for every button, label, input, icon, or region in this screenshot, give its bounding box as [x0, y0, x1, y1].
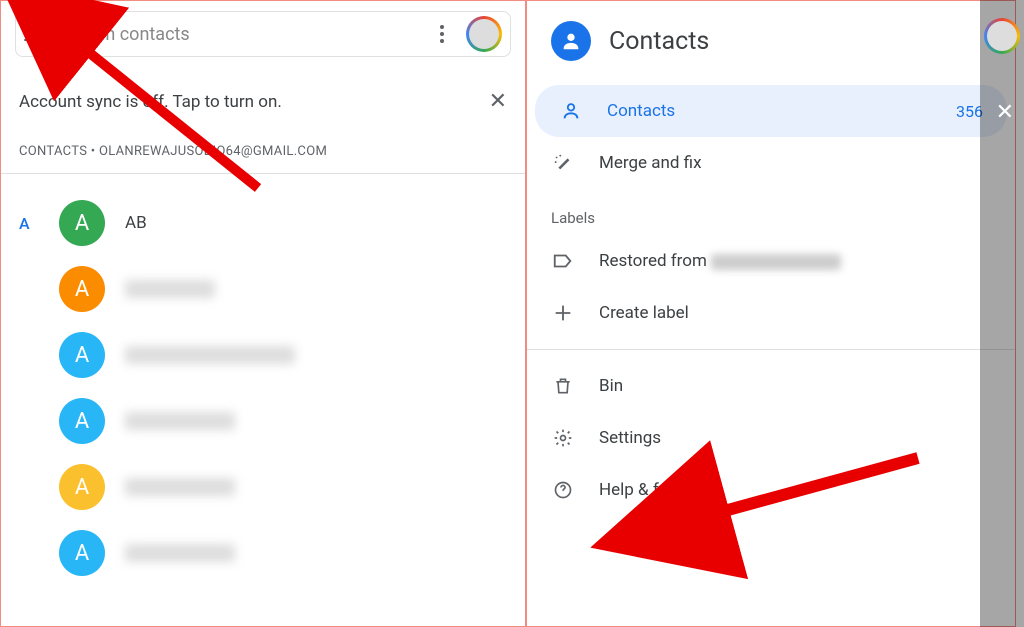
- contact-avatar: A: [59, 332, 105, 378]
- contact-avatar: A: [59, 398, 105, 444]
- nav-create-label[interactable]: Create label: [527, 287, 1007, 339]
- avatar: [984, 18, 1020, 54]
- contact-avatar: A: [59, 464, 105, 510]
- nav-label-restored[interactable]: Restored from: [527, 235, 1007, 287]
- menu-icon[interactable]: [24, 22, 48, 46]
- nav-label: Restored from: [599, 251, 841, 271]
- drawer-header: Contacts: [527, 1, 1015, 85]
- backdrop-overlay: ✕: [980, 0, 1024, 627]
- contact-name: [125, 280, 215, 298]
- wand-icon: [551, 151, 575, 175]
- list-item[interactable]: A: [1, 454, 525, 520]
- list-item[interactable]: A: [1, 388, 525, 454]
- trash-icon: [551, 374, 575, 398]
- contact-avatar: A: [59, 266, 105, 312]
- nav-bin[interactable]: Bin: [527, 360, 1007, 412]
- drawer-title: Contacts: [609, 27, 709, 56]
- more-icon[interactable]: [430, 25, 454, 43]
- contact-name: [125, 346, 295, 364]
- contacts-app-icon: [551, 21, 591, 61]
- contacts-count: 356: [956, 102, 983, 121]
- nav-label: Merge and fix: [599, 153, 702, 173]
- close-icon: ✕: [996, 100, 1014, 125]
- divider: [527, 349, 1015, 350]
- person-icon: [559, 99, 583, 123]
- close-icon[interactable]: ✕: [489, 89, 507, 114]
- annotation-arrow: [58, 28, 288, 208]
- gear-icon: [551, 426, 575, 450]
- contact-name: [125, 478, 235, 496]
- labels-section: Labels: [527, 189, 1015, 235]
- plus-icon: [551, 301, 575, 325]
- index-letter: A: [19, 214, 39, 233]
- contact-name: AB: [125, 213, 147, 233]
- contact-avatar: A: [59, 530, 105, 576]
- nav-label: Contacts: [607, 101, 675, 121]
- nav-label: Bin: [599, 376, 623, 396]
- list-item[interactable]: A: [1, 322, 525, 388]
- nav-merge-fix[interactable]: Merge and fix: [527, 137, 1007, 189]
- nav-contacts[interactable]: Contacts 356: [535, 85, 1007, 137]
- nav-label: Create label: [599, 303, 689, 323]
- annotation-arrow: [688, 448, 938, 548]
- contact-name: [125, 544, 235, 562]
- list-item[interactable]: A: [1, 256, 525, 322]
- avatar[interactable]: [466, 16, 502, 52]
- list-item[interactable]: A: [1, 520, 525, 586]
- contacts-list: A A AB A A A A: [1, 174, 525, 586]
- help-icon: [551, 478, 575, 502]
- nav-label: Settings: [599, 428, 661, 448]
- contact-name: [125, 412, 235, 430]
- label-icon: [551, 249, 575, 273]
